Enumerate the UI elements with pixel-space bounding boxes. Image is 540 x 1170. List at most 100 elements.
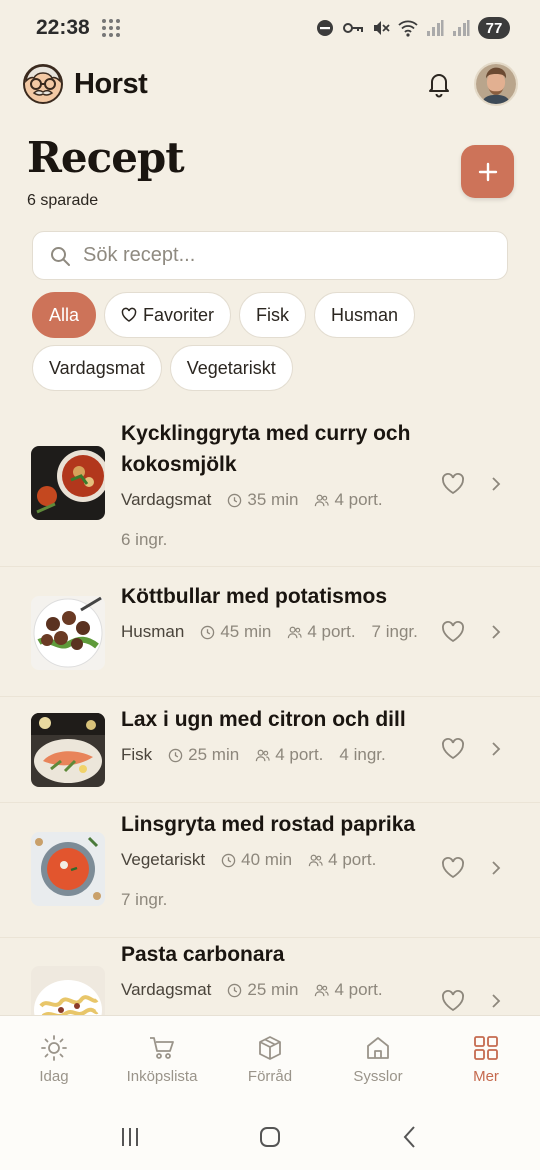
filter-chip-favoriter[interactable]: Favoriter (104, 292, 232, 338)
clock-icon (201, 625, 215, 639)
nav-item-idag[interactable]: Idag (4, 1034, 104, 1085)
favorite-heart-icon[interactable] (440, 619, 466, 645)
people-icon (315, 494, 330, 506)
recipe-row-kottbullar[interactable]: Köttbullar med potatismos Husman 45 min … (0, 567, 540, 697)
chip-label: Vegetariskt (186, 357, 276, 378)
favorite-heart-icon[interactable] (440, 736, 466, 762)
recipe-meta: Fisk 25 min 4 port. 4 ingr. (121, 735, 431, 775)
people-icon (315, 984, 330, 996)
box-icon (259, 1036, 281, 1060)
mute-icon (374, 21, 390, 35)
recipe-meta: Vardagsmat 25 min 4 port. (121, 970, 431, 1010)
signal-icon (427, 20, 444, 36)
recipe-row-kycklinggryta[interactable]: Kycklinggryta med curry och kokosmjölk V… (0, 398, 540, 567)
recipe-portions-value: 4 port. (328, 850, 377, 869)
search-input[interactable] (83, 244, 483, 267)
search-icon (51, 246, 70, 266)
filter-chips: Alla Favoriter Fisk Husman Vardagsmat Ve… (32, 292, 512, 391)
app-grid-dots-icon (101, 19, 120, 37)
recipe-portions: 4 port. (287, 612, 356, 652)
people-icon (288, 626, 302, 638)
system-nav (0, 1103, 540, 1170)
filter-chip-vardagsmat[interactable]: Vardagsmat (32, 345, 162, 391)
chip-label: Husman (331, 304, 399, 325)
nav-item-inkopslista[interactable]: Inköpslista (112, 1034, 212, 1085)
recipe-title: Pasta carbonara (121, 943, 285, 966)
chevron-right-icon (492, 861, 501, 875)
recipe-portions: 4 port. (314, 970, 383, 1010)
add-recipe-button[interactable] (461, 145, 514, 198)
recipe-portions-value: 4 port. (307, 622, 356, 641)
nav-label: Idag (39, 1068, 69, 1085)
recipe-time: 40 min (221, 840, 292, 880)
recipe-ingredients: 7 ingr. (121, 890, 168, 909)
recipe-title: Köttbullar med potatismos (121, 585, 388, 608)
chip-label: Fisk (256, 304, 290, 325)
recipe-list: Kycklinggryta med curry och kokosmjölk V… (0, 398, 540, 1015)
recipe-portions-value: 4 port. (334, 490, 383, 509)
home-icon (367, 1037, 389, 1059)
recipe-category: Husman (121, 622, 185, 641)
nav-label: Sysslor (353, 1068, 403, 1085)
recipe-title: Kycklinggryta med curry och kokosmjölk (121, 422, 411, 476)
recipe-image (31, 713, 105, 787)
recipe-row-lax[interactable]: Lax i ugn med citron och dill Fisk 25 mi… (0, 697, 540, 803)
people-icon (256, 749, 270, 761)
nav-label: Inköpslista (126, 1068, 198, 1085)
horst-logo-icon (23, 64, 63, 104)
recipe-meta: Vardagsmat 35 min 4 port. 6 ingr. (121, 480, 431, 560)
filter-chip-alla[interactable]: Alla (32, 292, 97, 338)
recipe-category: Vegetariskt (121, 850, 206, 869)
recipe-category: Vardagsmat (121, 490, 212, 509)
search-box[interactable] (32, 231, 508, 280)
app-name: Horst (74, 67, 148, 100)
nav-label: Mer (473, 1068, 499, 1085)
recipe-portions: 4 port. (255, 735, 323, 775)
nav-item-mer[interactable]: Mer (436, 1034, 536, 1085)
recipe-image (31, 596, 105, 670)
bell-icon[interactable] (424, 69, 454, 99)
status-time: 22:38 (36, 16, 90, 39)
plus-icon (478, 162, 497, 181)
recipe-time-value: 45 min (220, 622, 272, 641)
recipe-portions-value: 4 port. (275, 745, 324, 764)
nav-item-forrad[interactable]: Förråd (220, 1034, 320, 1085)
recipe-ingredients: 7 ingr. (371, 622, 418, 641)
clock-icon (228, 493, 242, 507)
wifi-icon (398, 20, 418, 37)
favorite-heart-icon[interactable] (440, 988, 466, 1014)
battery-indicator: 77 (478, 17, 510, 39)
home-button-icon[interactable] (257, 1124, 283, 1150)
filter-chip-husman[interactable]: Husman (314, 292, 416, 338)
recipe-meta: Vegetariskt 40 min 4 port. 7 ingr. (121, 840, 431, 920)
avatar[interactable] (474, 62, 518, 106)
recipe-category: Vardagsmat (121, 980, 212, 999)
do-not-disturb-icon (317, 20, 333, 36)
page-title: Recept (27, 133, 185, 182)
favorite-heart-icon[interactable] (440, 855, 466, 881)
recipe-title: Lax i ugn med citron och dill (121, 708, 406, 731)
recipe-time: 25 min (168, 735, 239, 775)
favorite-heart-icon[interactable] (440, 471, 466, 497)
recipe-row-carbonara[interactable]: Pasta carbonara Vardagsmat 25 min 4 port… (0, 938, 540, 1015)
recipe-time: 45 min (200, 612, 271, 652)
heart-icon (121, 307, 137, 322)
recent-apps-icon[interactable] (117, 1124, 143, 1150)
chevron-right-icon (492, 625, 501, 639)
recipe-time-value: 25 min (188, 745, 240, 764)
key-icon (343, 23, 363, 33)
people-icon (308, 854, 323, 866)
filter-chip-fisk[interactable]: Fisk (239, 292, 307, 338)
recipe-row-linsgryta[interactable]: Linsgryta med rostad paprika Vegetariskt… (0, 803, 540, 938)
clock-icon (221, 853, 236, 867)
filter-chip-vegetariskt[interactable]: Vegetariskt (169, 345, 293, 391)
chip-label: Alla (49, 304, 80, 325)
app-header: Horst (0, 56, 540, 112)
cart-icon (150, 1037, 174, 1059)
status-bar: 22:38 77 (0, 0, 540, 56)
nav-item-sysslor[interactable]: Sysslor (328, 1034, 428, 1085)
recipe-image (31, 966, 105, 1015)
nav-label: Förråd (247, 1068, 293, 1085)
back-icon[interactable] (397, 1124, 423, 1150)
recipe-portions-value: 4 port. (334, 980, 383, 999)
